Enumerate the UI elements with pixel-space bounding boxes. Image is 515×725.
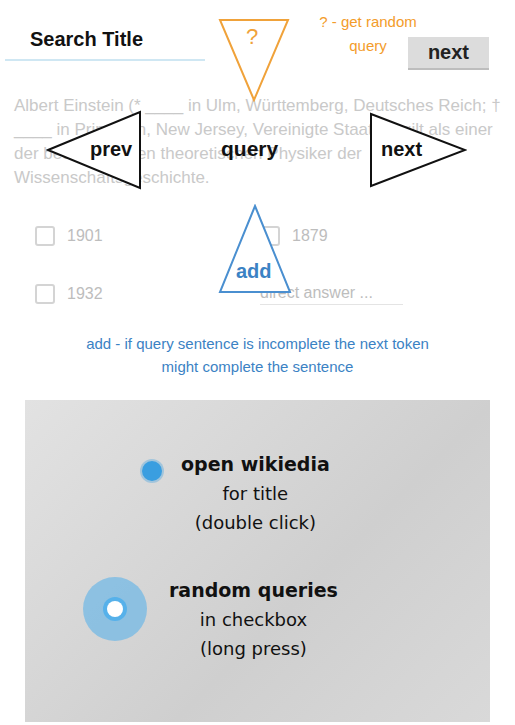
next-button[interactable]: next [408,37,489,70]
answer-item[interactable]: 1879 [260,224,515,248]
hint-text: open wikiediafor title(double click) [181,450,330,537]
answer-checkbox[interactable] [35,284,55,304]
random-query-arrow[interactable]: ? [218,18,290,102]
answer-item[interactable]: direct answer ... [260,282,515,306]
photo[interactable]: open wikiediafor title(double click) rand… [25,400,490,722]
add-arrow[interactable]: add [218,204,292,294]
answer-label: 1932 [67,285,103,303]
tap-dot-icon [142,461,162,481]
answer-item[interactable]: 1901 [35,224,260,248]
search-label: Search Title [30,28,143,50]
search-title-field[interactable]: Search Title [5,26,205,61]
answer-checkbox[interactable] [35,226,55,246]
app-screen: Search TitlenextAlbert Einstein (* ____ … [0,0,515,725]
answer-label: 1879 [292,227,328,245]
photo-hint: open wikiediafor title(double click) [137,450,330,537]
query-label: query [221,137,278,161]
prev-arrow[interactable]: prev [46,110,142,190]
next-arrow[interactable]: next [369,112,467,188]
photo-hint: random queriesin checkbox(long press) [83,576,338,663]
random-hint: ? - get random query [300,10,436,58]
add-hint: add - if query sentence is incomplete th… [0,332,515,378]
long-press-icon [83,577,147,641]
answer-label: 1901 [67,227,103,245]
hint-text: random queriesin checkbox(long press) [169,576,338,663]
